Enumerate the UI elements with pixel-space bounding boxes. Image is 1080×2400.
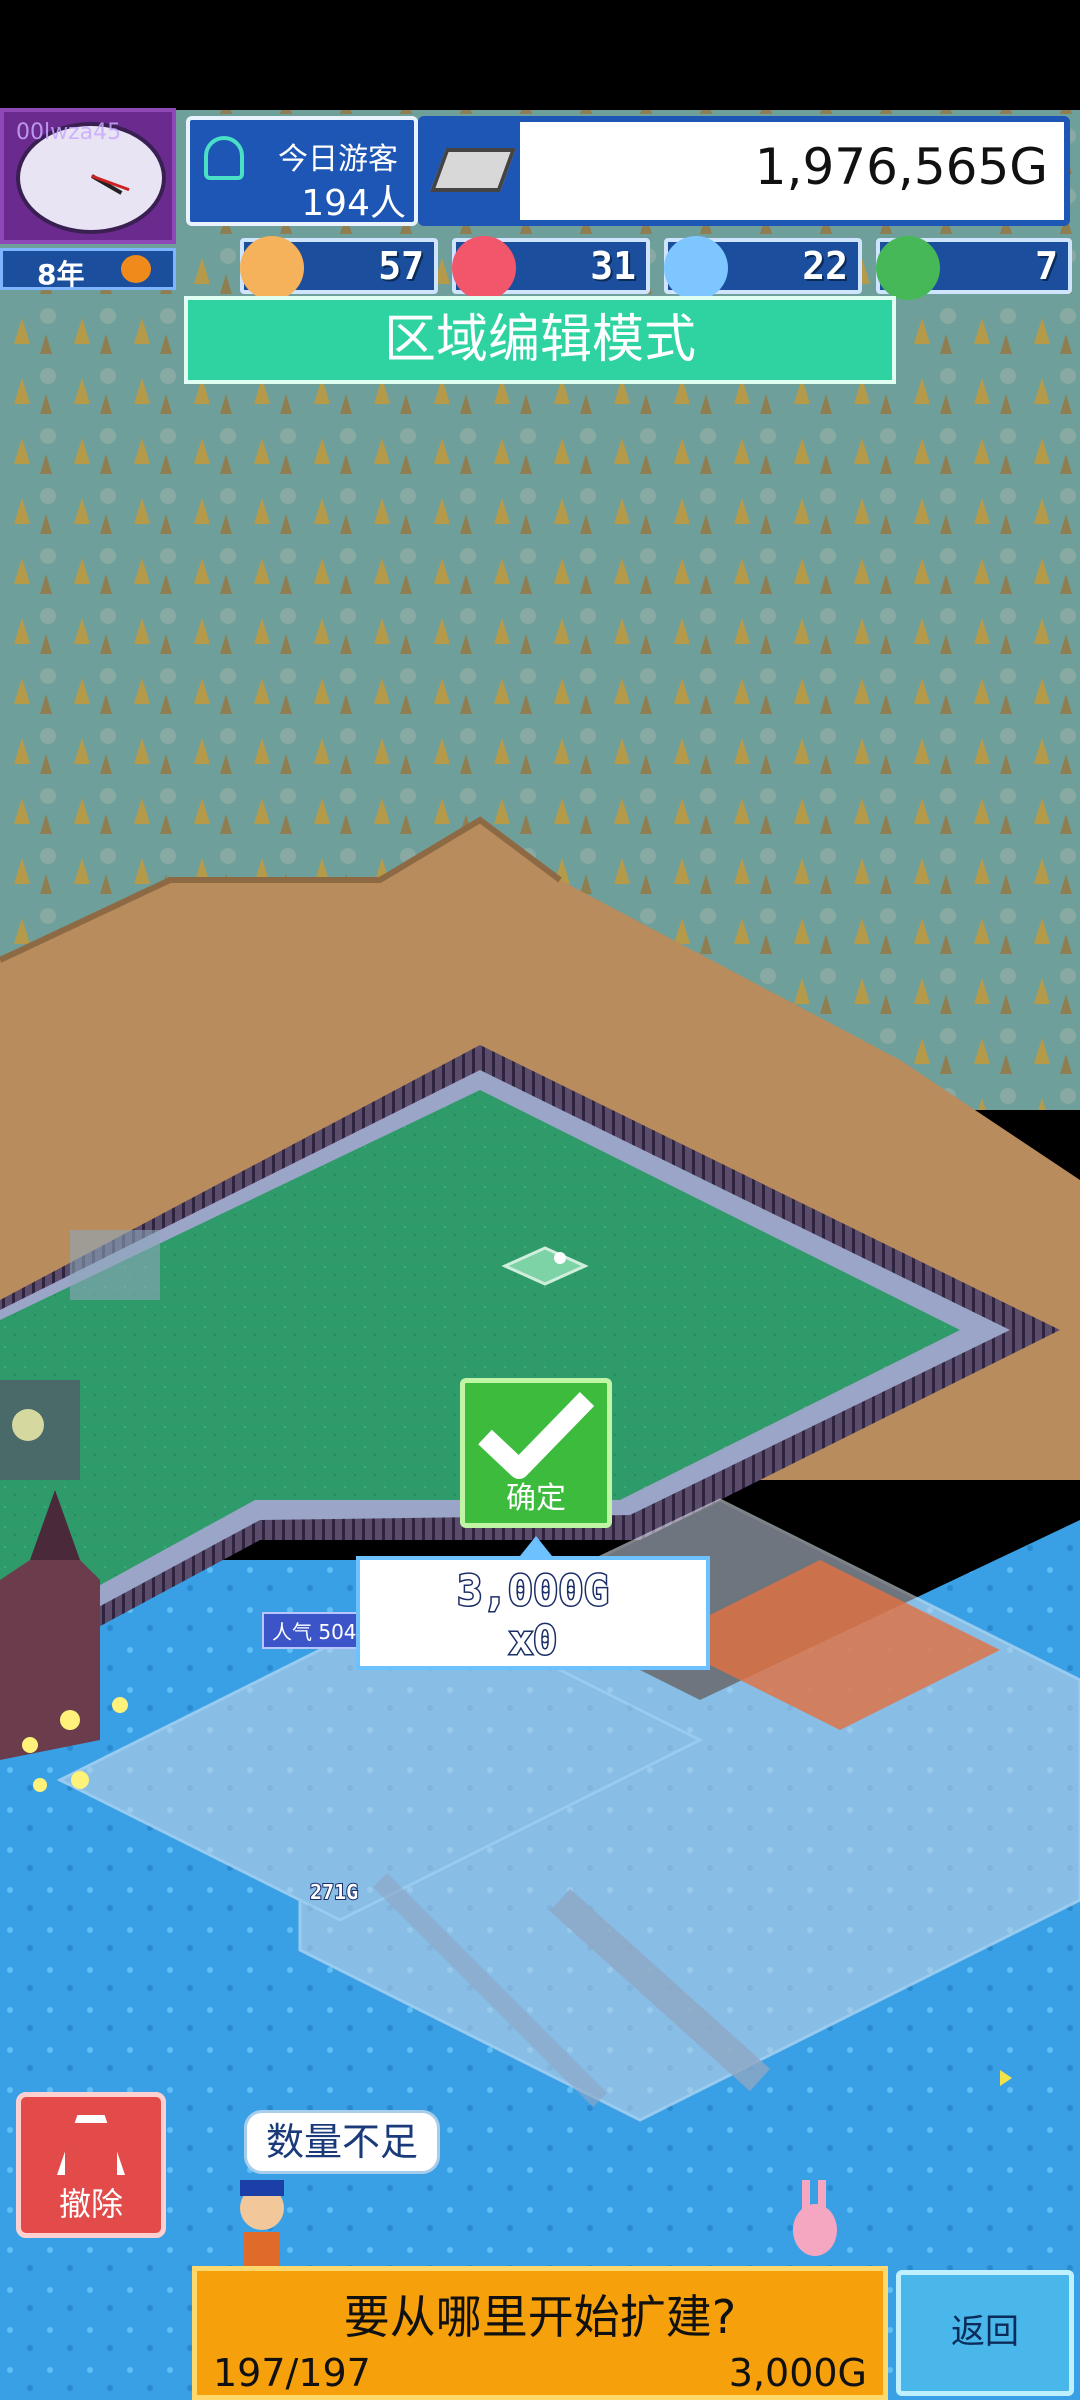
stat-happiness: 57	[240, 236, 438, 300]
fire-icon	[452, 236, 516, 300]
visitors-count: 194人	[301, 183, 406, 224]
mode-banner: 区域编辑模式	[184, 296, 896, 384]
remove-button[interactable]: 撤除	[16, 2092, 166, 2238]
back-button[interactable]: 返回	[896, 2270, 1074, 2396]
stat-value: 22	[802, 244, 848, 288]
price-tag-label: 271G	[309, 1879, 359, 1905]
happy-face-icon	[240, 236, 304, 300]
money-amount: 1,976,565G	[754, 138, 1048, 196]
cost-multiplier: x0	[507, 1617, 558, 1666]
expansion-cost: 3,000G	[728, 2351, 867, 2395]
stat-fire: 31	[452, 236, 650, 300]
visitors-panel: 今日游客 194人	[186, 116, 418, 226]
stat-water: 22	[664, 236, 862, 300]
water-drop-icon	[664, 236, 728, 300]
remove-label: 撤除	[58, 2185, 123, 2223]
user-tag: 00lwza45	[16, 120, 122, 145]
checkmark-icon	[478, 1392, 595, 1479]
game-clock[interactable]: 00lwza45	[0, 108, 176, 244]
year-badge: 8年	[0, 248, 176, 291]
visitors-label: 今日游客	[278, 142, 398, 177]
year-label: 8年	[37, 258, 85, 291]
pumpkin-icon	[121, 255, 151, 283]
confirm-label: 确定	[506, 1481, 566, 1516]
pointer-arrow	[520, 1536, 552, 1556]
stat-value: 31	[590, 244, 636, 288]
stat-value: 57	[378, 244, 424, 288]
expansion-count: 197/197	[213, 2351, 371, 2395]
stat-value: 7	[1035, 244, 1058, 288]
demolish-icon	[57, 2115, 125, 2175]
money-icon-box	[424, 122, 520, 220]
expansion-question: 要从哪里开始扩建?	[343, 2290, 737, 2344]
cost-box: 3,000G x0	[356, 1556, 710, 1670]
money-panel: 1,976,565G	[418, 116, 1070, 226]
gold-bar-icon	[429, 148, 517, 192]
cost-amount: 3,000G	[456, 1565, 611, 1617]
person-icon	[204, 136, 244, 180]
expansion-prompt-bar: 要从哪里开始扩建? 197/197 3,000G	[192, 2266, 888, 2400]
stat-nature: 7	[876, 236, 1072, 300]
shortage-bubble: 数量不足	[244, 2110, 440, 2174]
confirm-button[interactable]: 确定	[460, 1378, 612, 1528]
leaf-creature-icon	[876, 236, 940, 300]
popularity-label: 人气 504	[262, 1612, 367, 1649]
